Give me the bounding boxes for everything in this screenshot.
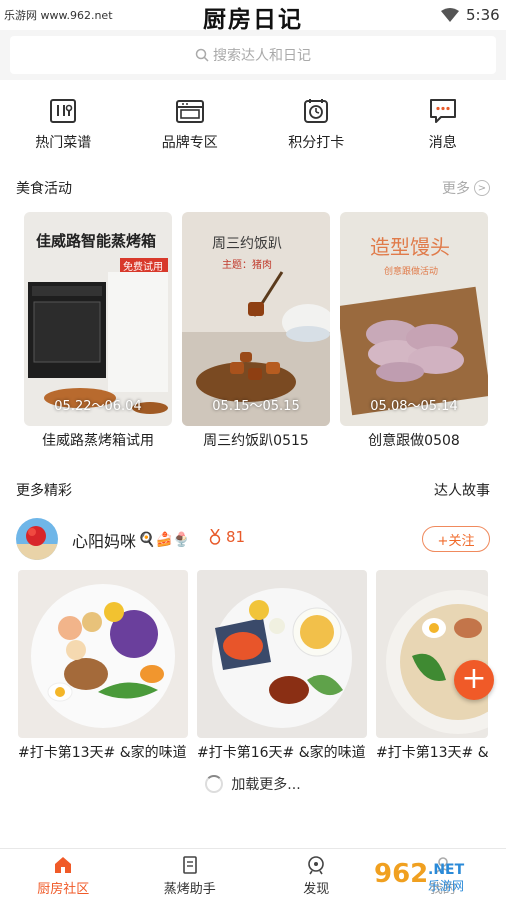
search-input[interactable]: 搜索达人和日记 (10, 36, 496, 74)
diary-card[interactable]: #打卡第16天# &家的味道 (197, 570, 367, 762)
medal-badge: 81 (208, 528, 245, 546)
home-icon (55, 857, 72, 873)
alarm-clock-icon (304, 99, 329, 123)
activity-card[interactable]: 周三约饭趴 主题：猪肉 05.15～05.15 周三约饭趴0515 (182, 212, 330, 450)
load-more-text: 加载更多... (231, 777, 301, 793)
username[interactable]: 心阳妈咪 🍳🍰🍨 (72, 528, 190, 552)
username-text: 心阳妈咪 (72, 532, 137, 551)
diary-card[interactable]: #打卡第13天# &家的味道 (18, 570, 188, 762)
activity-date: 05.15～05.15 (212, 399, 300, 414)
chat-bubble-icon (429, 99, 456, 123)
banner-title: 造型馒头 (370, 235, 450, 259)
activity-date: 05.22～06.04 (54, 399, 142, 414)
shortcut-hot-recipes[interactable]: 热门菜谱 (0, 96, 127, 156)
notebook-icon (182, 856, 197, 874)
chevron-right-icon: > (474, 180, 490, 196)
tab-label: 厨房社区 (37, 882, 90, 897)
search-bar-container: 搜索达人和日记 (0, 30, 506, 80)
banner-title: 佳威路智能蒸烤箱 (36, 232, 156, 250)
activity-image: 佳威路智能蒸烤箱 免费试用 05.22～06.04 (24, 212, 172, 426)
svg-text:乐游网: 乐游网 (428, 879, 464, 893)
tab-steam-assistant[interactable]: 蒸烤助手 (127, 849, 254, 900)
activity-card[interactable]: 造型馒头 创意跟做活动 05.08～05.14 创意跟做0508 (340, 212, 488, 450)
status-bar: 乐游网 www.962.net 厨房日记 5:36 (0, 0, 506, 33)
user-row: 心阳妈咪 🍳🍰🍨 81 +关注 (0, 516, 506, 562)
oven-icon (175, 100, 204, 123)
diary-image (197, 570, 367, 738)
expert-stories-link[interactable]: 达人故事 (434, 480, 490, 500)
tab-label: 发现 (303, 882, 330, 897)
load-more[interactable]: 加载更多... (0, 774, 506, 794)
app-title: 厨房日记 (203, 7, 303, 33)
featured-header: 更多精彩 达人故事 (0, 478, 506, 500)
follow-button[interactable]: +关注 (422, 526, 490, 552)
avatar-image (16, 518, 58, 560)
activities-header: 美食活动 更多 > (0, 176, 506, 198)
pork-banner-image: 周三约饭趴 主题：猪肉 (182, 212, 330, 426)
add-diary-button[interactable]: + (454, 660, 494, 700)
more-link[interactable]: 更多 > (442, 178, 490, 198)
banner-subtitle: 创意跟做活动 (384, 265, 438, 277)
menu-board-icon (50, 99, 77, 123)
medal-icon (209, 529, 221, 545)
medal-count: 81 (226, 528, 246, 546)
shortcut-messages[interactable]: 消息 (380, 96, 506, 156)
activity-image: 造型馒头 创意跟做活动 05.08～05.14 (340, 212, 488, 426)
diary-image (376, 570, 488, 738)
username-emoji: 🍳🍰🍨 (138, 532, 191, 548)
search-icon (195, 48, 209, 62)
diary-image (18, 570, 188, 738)
meal-plate-image (197, 570, 367, 738)
activity-date: 05.08～05.14 (370, 399, 458, 414)
svg-text:962: 962 (374, 859, 428, 889)
activity-card[interactable]: 佳威路智能蒸烤箱 免费试用 05.22～06.04 佳威路蒸烤箱试用 (24, 212, 172, 450)
diary-caption: #打卡第16天# &家的味道 (197, 745, 366, 761)
section-title: 美食活动 (16, 181, 72, 197)
meal-bowl-image (376, 570, 488, 738)
section-title: 更多精彩 (16, 483, 72, 499)
avatar[interactable] (16, 518, 58, 560)
banner-tag: 免费试用 (123, 260, 163, 273)
diary-caption: #打卡第13天# &家的味道 (376, 745, 488, 761)
diary-caption: #打卡第13天# &家的味道 (18, 745, 187, 761)
svg-text:.NET: .NET (428, 862, 465, 878)
shortcut-row: 热门菜谱 品牌专区 积分打卡 消息 (0, 96, 506, 156)
tab-kitchen-community[interactable]: 厨房社区 (0, 849, 127, 900)
activity-caption: 周三约饭趴0515 (203, 433, 309, 449)
activity-image: 周三约饭趴 主题：猪肉 05.15～05.15 (182, 212, 330, 426)
oven-banner-image: 佳威路智能蒸烤箱 免费试用 (24, 212, 172, 426)
activity-caption: 佳威路蒸烤箱试用 (42, 433, 154, 449)
shortcut-brand-zone[interactable]: 品牌专区 (127, 96, 254, 156)
banner-subtitle: 主题：猪肉 (222, 258, 272, 271)
shortcut-label: 消息 (428, 135, 457, 151)
tab-discover[interactable]: 发现 (253, 849, 380, 900)
clock-time: 5:36 (466, 6, 500, 24)
discover-icon (308, 856, 325, 875)
shortcut-label: 积分打卡 (288, 135, 345, 151)
activity-caption: 创意跟做0508 (368, 433, 460, 449)
shortcut-label: 热门菜谱 (35, 135, 92, 151)
shortcut-points-checkin[interactable]: 积分打卡 (253, 96, 380, 156)
search-placeholder: 搜索达人和日记 (213, 48, 311, 64)
site-watermark-logo: 962 .NET 乐游网 (366, 854, 500, 894)
meal-plate-image (18, 570, 188, 738)
buns-banner-image: 造型馒头 创意跟做活动 (340, 212, 488, 426)
more-label: 更多 (442, 181, 470, 197)
shortcut-label: 品牌专区 (161, 135, 218, 151)
tab-label: 蒸烤助手 (163, 882, 216, 897)
banner-title: 周三约饭趴 (212, 236, 282, 252)
wifi-icon (441, 8, 459, 22)
loading-spinner-icon (205, 775, 224, 793)
